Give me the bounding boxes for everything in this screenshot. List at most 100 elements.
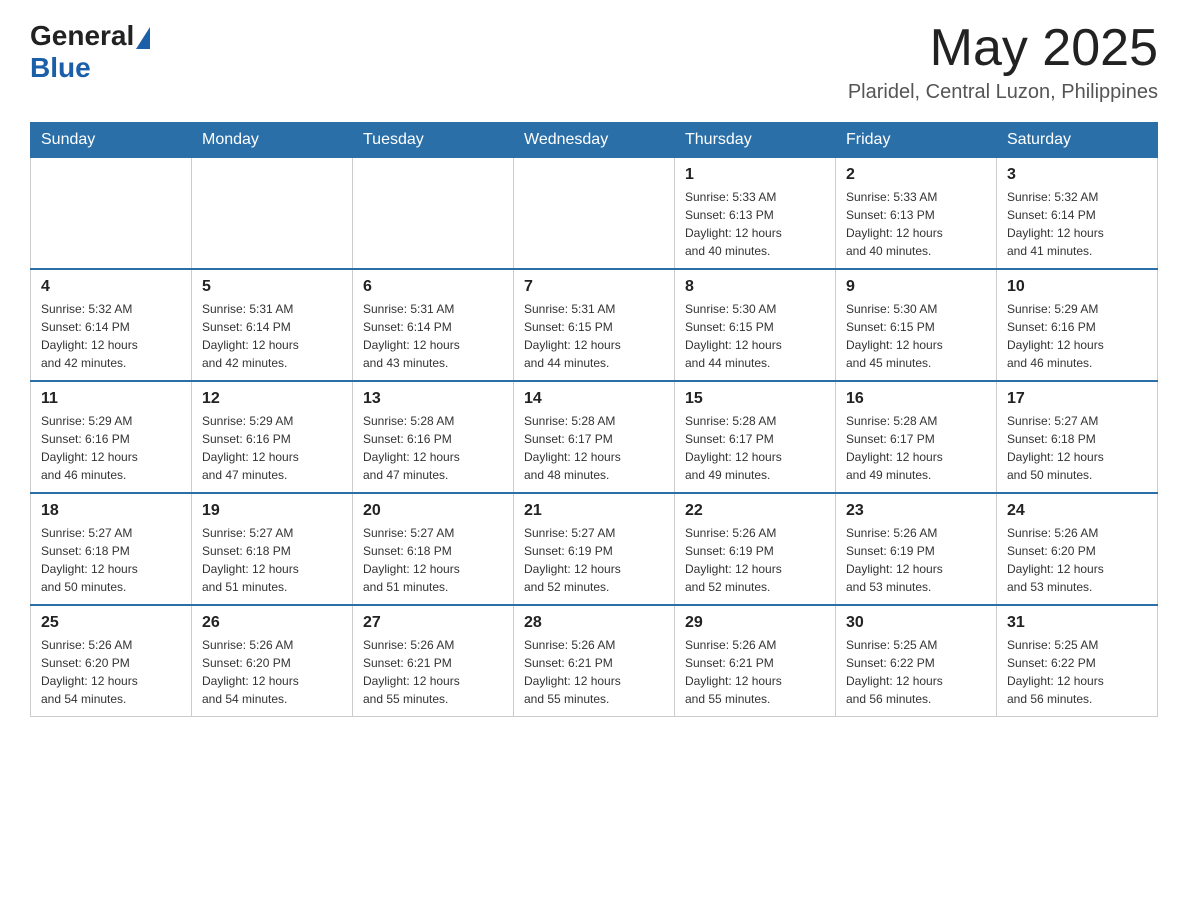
calendar-cell: 12 Sunrise: 5:29 AM Sunset: 6:16 PM Dayli…: [192, 381, 353, 493]
calendar-cell: 26Sunrise: 5:26 AM Sunset: 6:20 PM Dayli…: [192, 605, 353, 717]
calendar-cell: 2Sunrise: 5:33 AM Sunset: 6:13 PM Daylig…: [836, 158, 997, 270]
calendar-cell: 25 Sunrise: 5:26 AM Sunset: 6:20 PM Dayli…: [31, 605, 192, 717]
day-info: Sunrise: 5:26 AM Sunset: 6:21 PM Dayligh…: [363, 636, 503, 708]
logo-blue-text: Blue: [30, 52, 91, 84]
day-number: 28: [524, 614, 664, 632]
calendar-cell: 15Sunrise: 5:28 AM Sunset: 6:17 PM Dayli…: [675, 381, 836, 493]
day-number: 7: [524, 278, 664, 296]
calendar-week-row: 25 Sunrise: 5:26 AM Sunset: 6:20 PM Dayli…: [31, 605, 1158, 717]
calendar-cell: 11 Sunrise: 5:29 AM Sunset: 6:16 PM Dayli…: [31, 381, 192, 493]
day-of-week-header: Tuesday: [353, 123, 514, 158]
calendar-cell: 3 Sunrise: 5:32 AM Sunset: 6:14 PM Daylig…: [997, 158, 1158, 270]
day-info: Sunrise: 5:29 AM Sunset: 6:16 PM Dayligh…: [202, 412, 342, 484]
day-info: Sunrise: 5:26 AM Sunset: 6:20 PM Dayligh…: [1007, 524, 1147, 596]
day-info: Sunrise: 5:31 AM Sunset: 6:14 PM Dayligh…: [363, 300, 503, 372]
day-number: 24: [1007, 502, 1147, 520]
calendar-cell: [514, 158, 675, 270]
calendar-week-row: 1Sunrise: 5:33 AM Sunset: 6:13 PM Daylig…: [31, 158, 1158, 270]
calendar-week-row: 11 Sunrise: 5:29 AM Sunset: 6:16 PM Dayli…: [31, 381, 1158, 493]
calendar-cell: 7 Sunrise: 5:31 AM Sunset: 6:15 PM Daylig…: [514, 269, 675, 381]
day-number: 5: [202, 278, 342, 296]
logo-triangle-icon: [136, 27, 150, 49]
day-info: Sunrise: 5:27 AM Sunset: 6:18 PM Dayligh…: [41, 524, 181, 596]
day-number: 14: [524, 390, 664, 408]
location-title: Plaridel, Central Luzon, Philippines: [848, 81, 1158, 104]
day-number: 10: [1007, 278, 1147, 296]
day-info: Sunrise: 5:31 AM Sunset: 6:14 PM Dayligh…: [202, 300, 342, 372]
calendar-cell: 4 Sunrise: 5:32 AM Sunset: 6:14 PM Daylig…: [31, 269, 192, 381]
day-of-week-header: Monday: [192, 123, 353, 158]
day-number: 22: [685, 502, 825, 520]
logo: General Blue: [30, 20, 150, 84]
day-of-week-header: Saturday: [997, 123, 1158, 158]
day-number: 4: [41, 278, 181, 296]
calendar-table: SundayMondayTuesdayWednesdayThursdayFrid…: [30, 122, 1158, 717]
day-info: Sunrise: 5:28 AM Sunset: 6:17 PM Dayligh…: [685, 412, 825, 484]
month-title: May 2025: [848, 20, 1158, 77]
day-info: Sunrise: 5:32 AM Sunset: 6:14 PM Dayligh…: [1007, 188, 1147, 260]
day-info: Sunrise: 5:26 AM Sunset: 6:21 PM Dayligh…: [685, 636, 825, 708]
day-number: 31: [1007, 614, 1147, 632]
day-number: 25: [41, 614, 181, 632]
calendar-cell: 10 Sunrise: 5:29 AM Sunset: 6:16 PM Dayli…: [997, 269, 1158, 381]
calendar-cell: 16Sunrise: 5:28 AM Sunset: 6:17 PM Dayli…: [836, 381, 997, 493]
day-number: 29: [685, 614, 825, 632]
day-number: 12: [202, 390, 342, 408]
calendar-cell: 18 Sunrise: 5:27 AM Sunset: 6:18 PM Dayli…: [31, 493, 192, 605]
day-info: Sunrise: 5:25 AM Sunset: 6:22 PM Dayligh…: [1007, 636, 1147, 708]
day-number: 3: [1007, 166, 1147, 184]
day-info: Sunrise: 5:26 AM Sunset: 6:19 PM Dayligh…: [846, 524, 986, 596]
calendar-cell: [353, 158, 514, 270]
day-number: 21: [524, 502, 664, 520]
day-of-week-header: Sunday: [31, 123, 192, 158]
day-info: Sunrise: 5:26 AM Sunset: 6:21 PM Dayligh…: [524, 636, 664, 708]
day-info: Sunrise: 5:29 AM Sunset: 6:16 PM Dayligh…: [1007, 300, 1147, 372]
calendar-cell: [192, 158, 353, 270]
day-number: 18: [41, 502, 181, 520]
day-number: 26: [202, 614, 342, 632]
day-info: Sunrise: 5:27 AM Sunset: 6:18 PM Dayligh…: [1007, 412, 1147, 484]
calendar-cell: 27 Sunrise: 5:26 AM Sunset: 6:21 PM Dayli…: [353, 605, 514, 717]
calendar-cell: 9 Sunrise: 5:30 AM Sunset: 6:15 PM Daylig…: [836, 269, 997, 381]
day-number: 8: [685, 278, 825, 296]
day-number: 6: [363, 278, 503, 296]
day-info: Sunrise: 5:31 AM Sunset: 6:15 PM Dayligh…: [524, 300, 664, 372]
calendar-week-row: 18 Sunrise: 5:27 AM Sunset: 6:18 PM Dayli…: [31, 493, 1158, 605]
day-number: 2: [846, 166, 986, 184]
day-number: 11: [41, 390, 181, 408]
day-number: 30: [846, 614, 986, 632]
calendar-cell: 21 Sunrise: 5:27 AM Sunset: 6:19 PM Dayli…: [514, 493, 675, 605]
page-header: General Blue May 2025 Plaridel, Central …: [30, 20, 1158, 104]
day-info: Sunrise: 5:25 AM Sunset: 6:22 PM Dayligh…: [846, 636, 986, 708]
day-number: 19: [202, 502, 342, 520]
day-number: 9: [846, 278, 986, 296]
calendar-cell: 13 Sunrise: 5:28 AM Sunset: 6:16 PM Dayli…: [353, 381, 514, 493]
day-info: Sunrise: 5:30 AM Sunset: 6:15 PM Dayligh…: [846, 300, 986, 372]
day-info: Sunrise: 5:27 AM Sunset: 6:19 PM Dayligh…: [524, 524, 664, 596]
day-of-week-header: Thursday: [675, 123, 836, 158]
day-number: 23: [846, 502, 986, 520]
calendar-week-row: 4 Sunrise: 5:32 AM Sunset: 6:14 PM Daylig…: [31, 269, 1158, 381]
logo-general-text: General: [30, 20, 134, 52]
day-info: Sunrise: 5:27 AM Sunset: 6:18 PM Dayligh…: [363, 524, 503, 596]
day-info: Sunrise: 5:32 AM Sunset: 6:14 PM Dayligh…: [41, 300, 181, 372]
day-of-week-header: Wednesday: [514, 123, 675, 158]
calendar-cell: 31 Sunrise: 5:25 AM Sunset: 6:22 PM Dayli…: [997, 605, 1158, 717]
calendar-cell: 17Sunrise: 5:27 AM Sunset: 6:18 PM Dayli…: [997, 381, 1158, 493]
day-number: 20: [363, 502, 503, 520]
calendar-cell: 24 Sunrise: 5:26 AM Sunset: 6:20 PM Dayli…: [997, 493, 1158, 605]
calendar-cell: 5 Sunrise: 5:31 AM Sunset: 6:14 PM Daylig…: [192, 269, 353, 381]
day-info: Sunrise: 5:28 AM Sunset: 6:16 PM Dayligh…: [363, 412, 503, 484]
day-info: Sunrise: 5:29 AM Sunset: 6:16 PM Dayligh…: [41, 412, 181, 484]
day-number: 27: [363, 614, 503, 632]
calendar-cell: 20 Sunrise: 5:27 AM Sunset: 6:18 PM Dayli…: [353, 493, 514, 605]
calendar-cell: 28 Sunrise: 5:26 AM Sunset: 6:21 PM Dayli…: [514, 605, 675, 717]
calendar-cell: 29 Sunrise: 5:26 AM Sunset: 6:21 PM Dayli…: [675, 605, 836, 717]
day-number: 13: [363, 390, 503, 408]
calendar-cell: 30 Sunrise: 5:25 AM Sunset: 6:22 PM Dayli…: [836, 605, 997, 717]
day-info: Sunrise: 5:30 AM Sunset: 6:15 PM Dayligh…: [685, 300, 825, 372]
calendar-header-row: SundayMondayTuesdayWednesdayThursdayFrid…: [31, 123, 1158, 158]
calendar-cell: [31, 158, 192, 270]
day-info: Sunrise: 5:26 AM Sunset: 6:20 PM Dayligh…: [41, 636, 181, 708]
calendar-cell: 14Sunrise: 5:28 AM Sunset: 6:17 PM Dayli…: [514, 381, 675, 493]
